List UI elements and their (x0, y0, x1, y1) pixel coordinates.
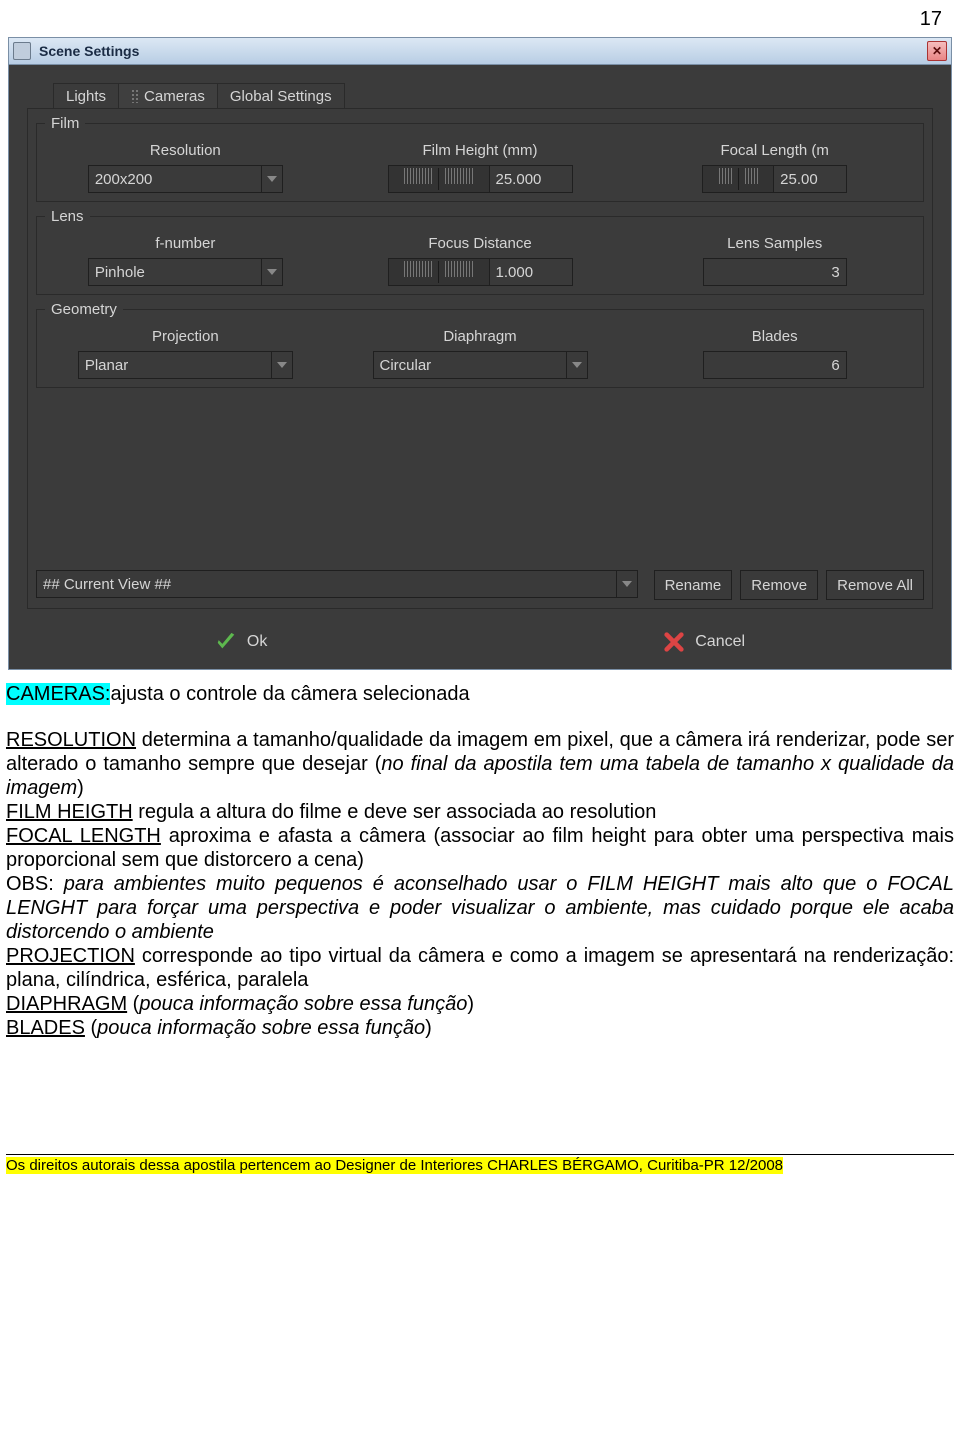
remove-all-button[interactable]: Remove All (826, 570, 924, 600)
lens-samples-label: Lens Samples (727, 235, 822, 252)
doc-text: corresponde ao tipo virtual da câmera e … (6, 945, 954, 991)
doc-text: OBS: (6, 873, 64, 895)
fnumber-label: f-number (155, 235, 215, 252)
resolution-label: Resolution (150, 142, 221, 159)
check-icon (215, 631, 237, 653)
doc-line-focal: FOCAL LENGTH aproxima e afasta a câmera … (6, 824, 954, 872)
doc-line-obs: OBS: para ambientes muito pequenos é aco… (6, 872, 954, 944)
projection-dropdown[interactable]: Planar (78, 351, 272, 379)
document-body: CAMERAS:ajusta o controle da câmera sele… (0, 670, 960, 1040)
tab-label: Cameras (144, 88, 205, 105)
doc-line-diaphragm: DIAPHRAGM (pouca informação sobre essa f… (6, 992, 954, 1016)
term-projection: PROJECTION (6, 945, 135, 967)
cancel-button[interactable]: Cancel (663, 631, 745, 653)
doc-text: ) (467, 993, 474, 1015)
projection-label: Projection (152, 328, 219, 345)
dropdown-value: Planar (85, 357, 128, 374)
settings-window: Scene Settings ✕ Lights Cameras Global S… (8, 37, 952, 670)
doc-text: ( (127, 993, 139, 1015)
doc-line-cameras: CAMERAS:ajusta o controle da câmera sele… (6, 682, 954, 706)
dropdown-value: Pinhole (95, 264, 145, 281)
tab-global-settings[interactable]: Global Settings (217, 83, 345, 109)
titlebar: Scene Settings ✕ (9, 38, 951, 65)
chevron-down-icon[interactable] (567, 351, 588, 379)
film-fieldset: Film Resolution 200x200 Film Height (mm) (36, 115, 924, 202)
button-label: Ok (247, 633, 267, 651)
dropdown-value: ## Current View ## (43, 576, 171, 593)
chevron-down-icon[interactable] (262, 165, 283, 193)
window-title: Scene Settings (39, 43, 927, 59)
doc-line-projection: PROJECTION corresponde ao tipo virtual d… (6, 944, 954, 992)
focus-distance-label: Focus Distance (428, 235, 531, 252)
term-resolution: RESOLUTION (6, 729, 136, 751)
geometry-fieldset: Geometry Projection Planar Diaphragm (36, 301, 924, 388)
doc-text-italic: pouca informação sobre essa função (139, 993, 467, 1015)
page-footer: Os direitos autorais dessa apostila pert… (0, 1150, 960, 1178)
film-height-value[interactable]: 25.000 (489, 165, 573, 193)
remove-button[interactable]: Remove (740, 570, 818, 600)
focus-distance-slider[interactable] (388, 258, 489, 286)
doc-text: ajusta o controle da câmera selecionada (110, 683, 469, 705)
window-icon (13, 42, 31, 60)
chevron-down-icon[interactable] (272, 351, 293, 379)
film-height-label: Film Height (mm) (423, 142, 538, 159)
focal-length-label: Focal Length (m (720, 142, 828, 159)
chevron-down-icon[interactable] (617, 570, 638, 598)
rename-button[interactable]: Rename (654, 570, 733, 600)
lens-samples-value[interactable]: 3 (703, 258, 847, 286)
focal-length-value[interactable]: 25.00 (773, 165, 847, 193)
doc-text-italic: pouca informação sobre essa função (97, 1017, 425, 1039)
blades-label: Blades (752, 328, 798, 345)
term-blades: BLADES (6, 1017, 85, 1039)
current-view-dropdown[interactable]: ## Current View ## (36, 570, 617, 598)
dropdown-value: Circular (380, 357, 432, 374)
button-label: Cancel (695, 633, 745, 651)
doc-text: ( (85, 1017, 97, 1039)
drag-grip-icon (131, 89, 140, 103)
ok-button[interactable]: Ok (215, 631, 267, 653)
tab-cameras[interactable]: Cameras (118, 83, 218, 109)
fnumber-dropdown[interactable]: Pinhole (88, 258, 262, 286)
doc-text: regula a altura do filme e deve ser asso… (133, 801, 657, 823)
chevron-down-icon[interactable] (262, 258, 283, 286)
tab-label: Global Settings (230, 88, 332, 105)
doc-line-resolution: RESOLUTION determina a tamanho/qualidade… (6, 728, 954, 800)
doc-text-italic: para ambientes muito pequenos é aconselh… (6, 873, 954, 943)
cross-icon (663, 631, 685, 653)
term-film-height: FILM HEIGTH (6, 801, 133, 823)
lens-fieldset: Lens f-number Pinhole Focus Distance (36, 208, 924, 295)
blades-value[interactable]: 6 (703, 351, 847, 379)
close-icon[interactable]: ✕ (927, 41, 947, 61)
focus-distance-value[interactable]: 1.000 (489, 258, 573, 286)
diaphragm-dropdown[interactable]: Circular (373, 351, 567, 379)
film-legend: Film (45, 115, 85, 132)
focal-length-slider[interactable] (702, 165, 773, 193)
resolution-dropdown[interactable]: 200x200 (88, 165, 262, 193)
tab-lights[interactable]: Lights (53, 83, 119, 109)
lens-legend: Lens (45, 208, 90, 225)
geometry-legend: Geometry (45, 301, 123, 318)
term-diaphragm: DIAPHRAGM (6, 993, 127, 1015)
term-cameras: CAMERAS: (6, 683, 110, 705)
doc-text: ) (425, 1017, 432, 1039)
page-number: 17 (0, 8, 960, 31)
dropdown-value: 200x200 (95, 171, 153, 188)
film-height-slider[interactable] (388, 165, 489, 193)
doc-line-blades: BLADES (pouca informação sobre essa funç… (6, 1016, 954, 1040)
term-focal-length: FOCAL LENGTH (6, 825, 161, 847)
doc-line-filmheight: FILM HEIGTH regula a altura do filme e d… (6, 800, 954, 824)
diaphragm-label: Diaphragm (443, 328, 516, 345)
tab-label: Lights (66, 88, 106, 105)
doc-text: ) (77, 777, 84, 799)
footer-text: Os direitos autorais dessa apostila pert… (6, 1157, 783, 1174)
